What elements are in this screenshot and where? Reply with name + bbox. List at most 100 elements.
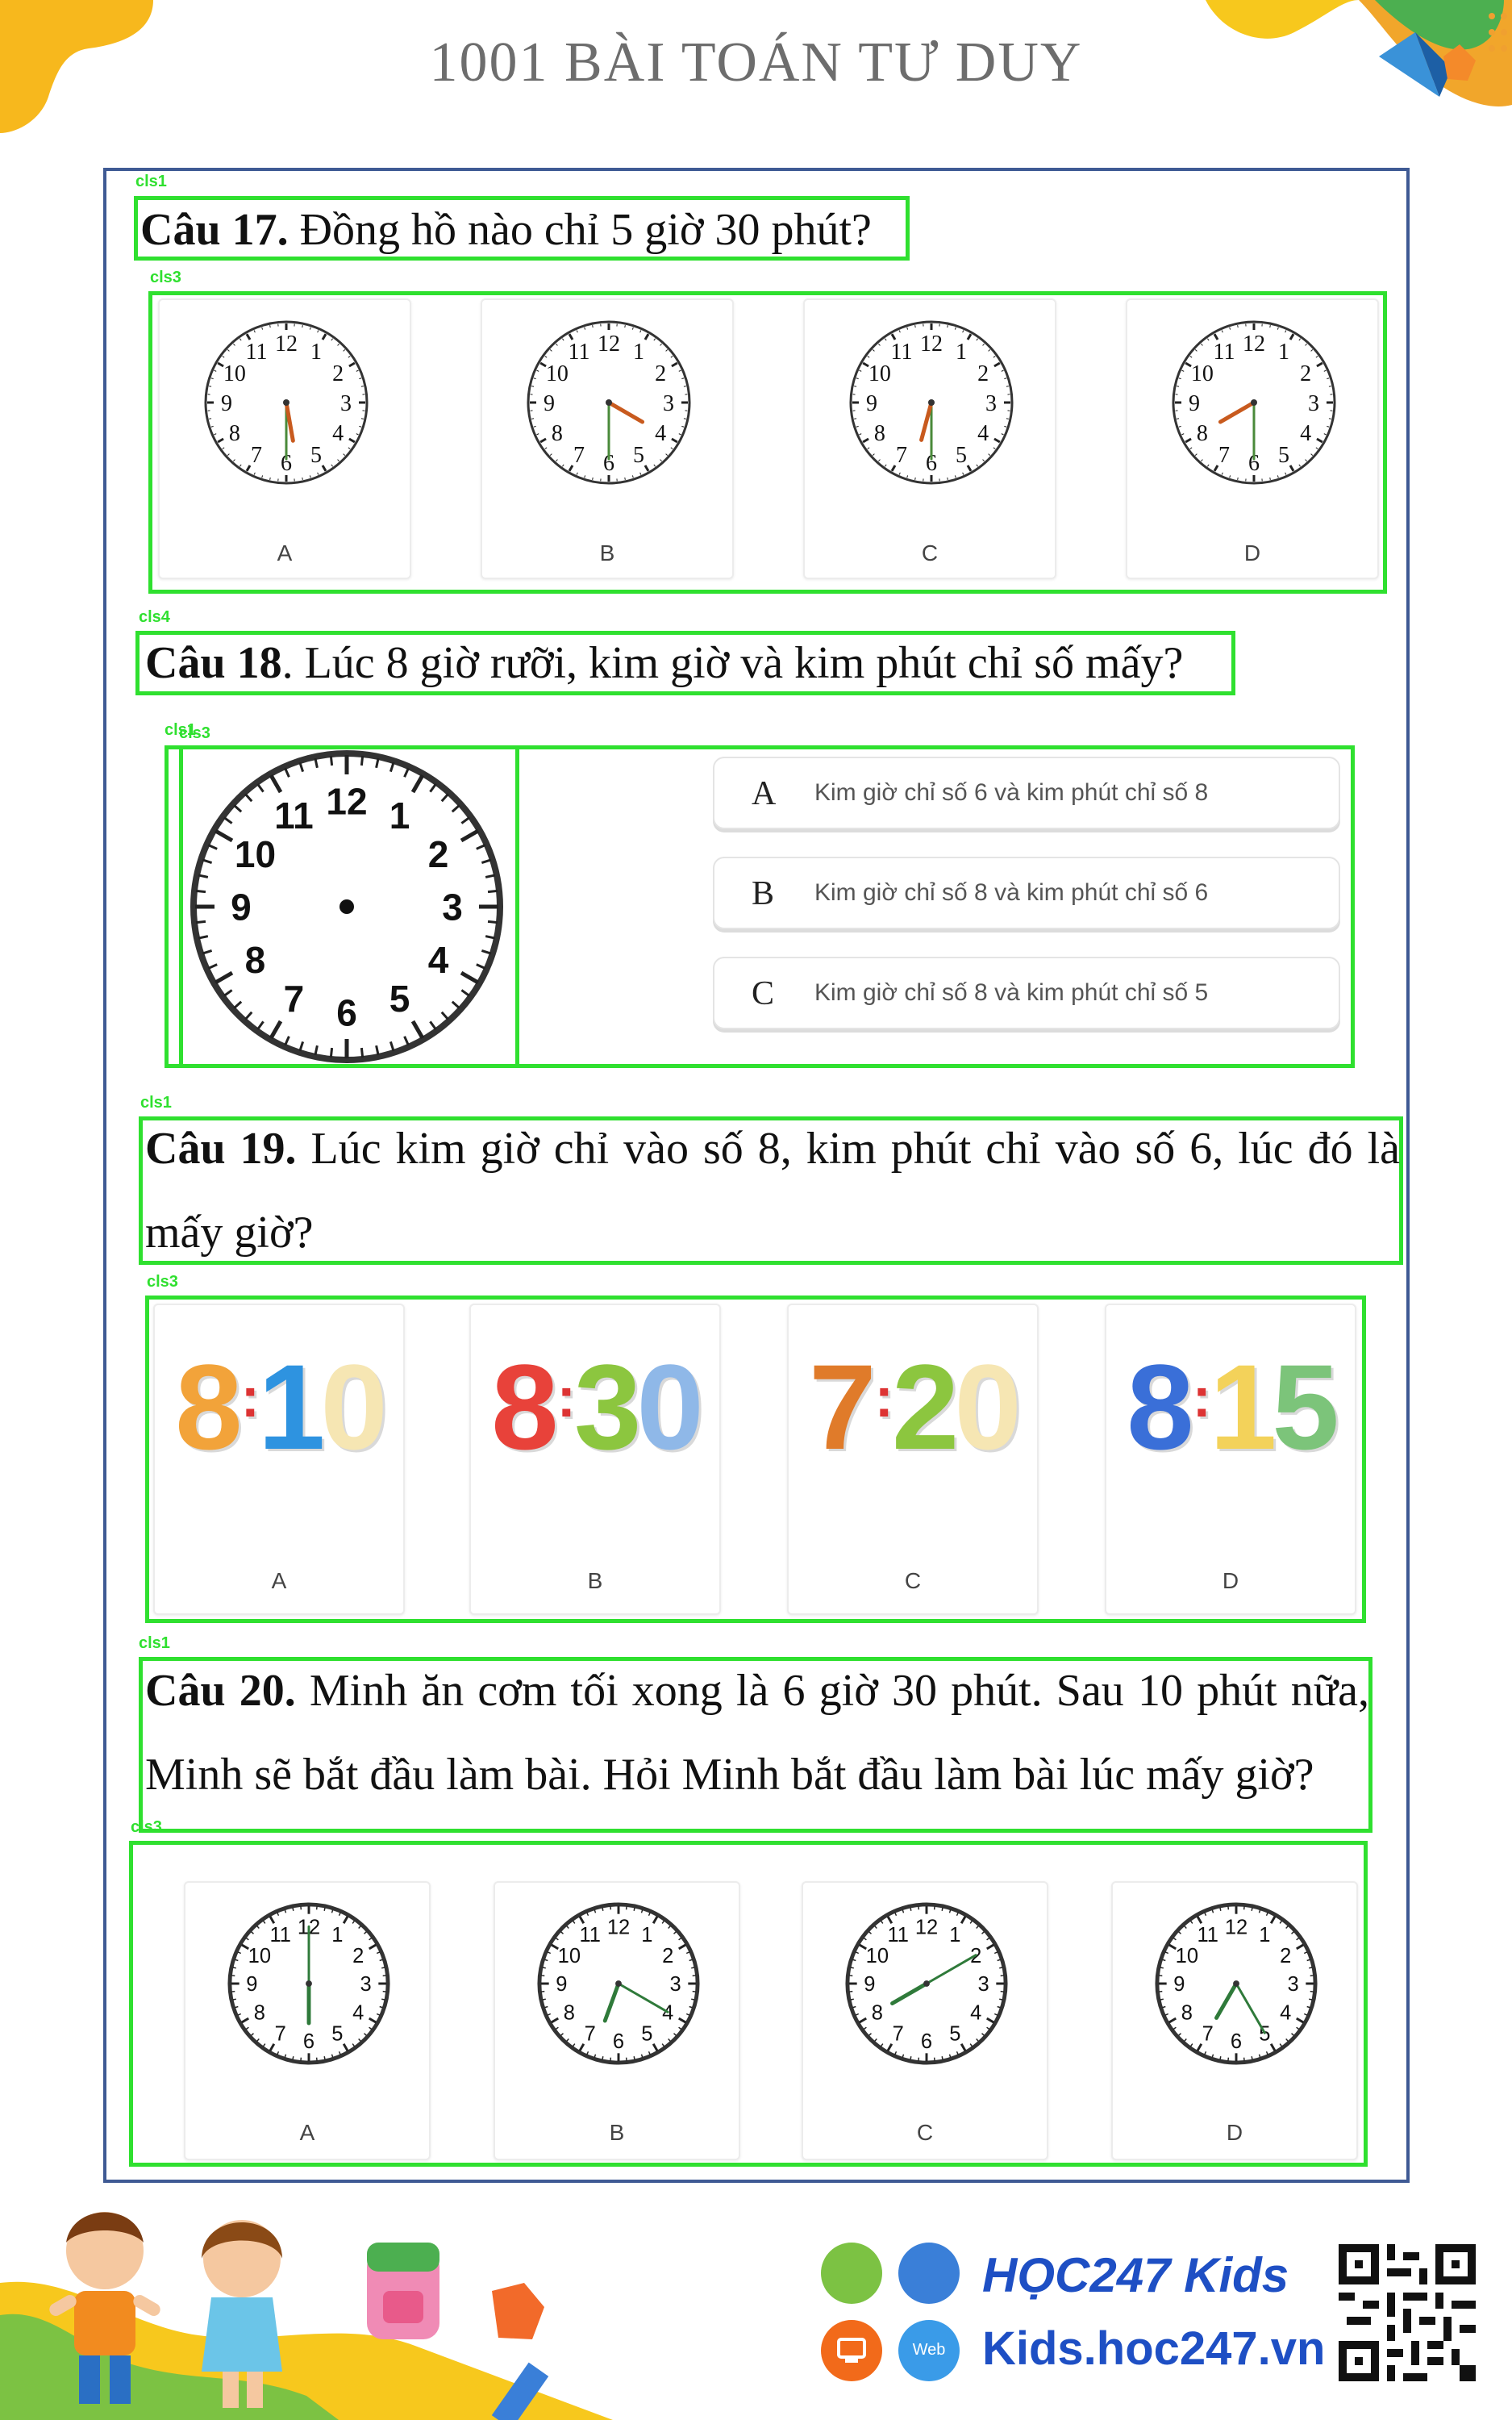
clock-numeral: 4 — [352, 2001, 364, 2024]
clock-numeral: 5 — [331, 2022, 343, 2045]
clock-numeral: 7 — [284, 978, 305, 1020]
clock-numeral: 2 — [662, 1945, 673, 1967]
clock-numeral: 2 — [1300, 361, 1311, 386]
clock-numeral: 9 — [866, 391, 877, 416]
clock-numeral: 8 — [564, 2001, 575, 2024]
clock-numeral: 1 — [1259, 1924, 1270, 1946]
option-label: C — [921, 540, 939, 565]
minute-digits: 20 — [891, 1337, 1022, 1477]
web-app-icon[interactable]: Web — [898, 2320, 960, 2381]
question-20-number: Câu 20. — [145, 1666, 296, 1716]
clock-numeral: 3 — [360, 1973, 372, 1996]
answer-option-18-b[interactable]: B Kim giờ chỉ số 8 và kim phút chỉ số 6 — [713, 857, 1340, 929]
clock-numeral: 8 — [229, 421, 240, 446]
clock-center — [283, 399, 289, 406]
option-card-20-b[interactable]: 123456789101112 B — [494, 1881, 740, 2160]
clock-numeral: 12 — [1225, 1917, 1248, 1939]
clock-numeral: 11 — [246, 340, 268, 365]
hour-digits: 8 — [491, 1339, 558, 1475]
option-card-19-a[interactable]: 8:10 A — [153, 1304, 405, 1615]
answer-letter: A — [752, 775, 777, 812]
clock-icon: 123456789101112 — [1172, 320, 1336, 485]
clock-numeral: 10 — [868, 361, 891, 386]
clock-numeral: 2 — [977, 361, 989, 386]
clock-numeral: 5 — [956, 443, 967, 468]
clock-numeral: 7 — [893, 2022, 904, 2045]
question-18-number: Câu 18 — [145, 638, 282, 688]
clock-numeral: 5 — [949, 2022, 960, 2045]
brand-logo[interactable]: HỌC247 Kids — [982, 2247, 1289, 2303]
clock-numeral: 12 — [920, 332, 943, 357]
clock-icon: 123456789101112 — [537, 1902, 700, 2065]
clock-numeral: 6 — [336, 992, 357, 1034]
hour-digits: 8 — [175, 1339, 242, 1475]
question-19-text: Câu 19. Lúc kim giờ chỉ vào số 8, kim ph… — [145, 1107, 1400, 1275]
answer-text: Kim giờ chỉ số 8 và kim phút chỉ số 5 — [814, 979, 1209, 1006]
clock-numeral: 1 — [956, 340, 967, 365]
option-card-17-d[interactable]: 1 2 3 4 5 6 7 8 9 10 11 12 D — [1126, 298, 1379, 579]
clock-numeral: 10 — [546, 361, 569, 386]
android-app-icon[interactable] — [821, 2243, 882, 2304]
clock-numeral: 9 — [544, 391, 555, 416]
clock-numeral: 4 — [655, 421, 666, 446]
minute-digit: 3 — [573, 1339, 641, 1475]
clock-numeral: 4 — [977, 421, 989, 446]
clock-numeral: 4 — [332, 421, 344, 446]
clock-numeral: 5 — [389, 978, 410, 1020]
digit-characters: 8:30 — [471, 1337, 719, 1477]
option-label: C — [916, 2120, 934, 2145]
clock-numeral: 2 — [352, 1945, 364, 1967]
clock-numeral: 9 — [556, 1973, 567, 1996]
backpack-icon — [367, 2243, 439, 2339]
web-badge-label: Web — [912, 2341, 946, 2359]
option-card-20-d[interactable]: 1 2 3 4 5 6 7 8 9 10 11 12 D — [1111, 1881, 1358, 2160]
clock-numeral: 11 — [274, 795, 314, 837]
clock-numeral: 9 — [1173, 1973, 1185, 1996]
clock-numeral: 8 — [552, 421, 563, 446]
clock-numeral: 12 — [607, 1917, 630, 1939]
clock-numeral: 12 — [326, 780, 367, 822]
clock-icon: 123456789101112 — [204, 320, 369, 485]
option-card-20-c[interactable]: 123456789101112 C — [802, 1881, 1048, 2160]
clock-numeral: 2 — [1280, 1945, 1291, 1967]
answer-option-18-a[interactable]: A Kim giờ chỉ số 6 và kim phút chỉ số 8 — [713, 757, 1340, 829]
clock-numeral: 9 — [246, 1973, 257, 1996]
clock-numeral: 2 — [655, 361, 666, 386]
question-17-text: Câu 17. Đồng hồ nào chỉ 5 giờ 30 phút? — [140, 188, 872, 272]
clock-numeral: 11 — [887, 1924, 908, 1946]
clock-center — [1251, 399, 1257, 406]
clock-numeral: 5 — [1278, 443, 1289, 468]
clock-numeral: 2 — [332, 361, 344, 386]
answer-option-18-c[interactable]: C Kim giờ chỉ số 8 và kim phút chỉ số 5 — [713, 957, 1340, 1029]
minute-digit: 5 — [1272, 1339, 1339, 1475]
site-url-link[interactable]: Kids.hoc247.vn — [982, 2322, 1325, 2376]
clock-icon: 123456789101112 — [849, 320, 1014, 485]
clock-center — [923, 1980, 930, 1987]
minute-digit: 1 — [1209, 1339, 1277, 1475]
option-card-19-c[interactable]: 7:20 C — [787, 1304, 1039, 1615]
detection-tag-cls3: cls3 — [131, 1818, 162, 1836]
clock-numeral: 11 — [891, 340, 913, 365]
option-card-19-b[interactable]: 8:30 B — [469, 1304, 721, 1615]
clock-numeral: 12 — [275, 332, 298, 357]
clock-numeral: 1 — [641, 1924, 652, 1946]
clock-numeral: 9 — [864, 1973, 875, 1996]
option-card-17-a[interactable]: 1 2 3 4 5 6 7 8 9 10 11 12 A — [158, 298, 411, 579]
minute-digit: 2 — [891, 1339, 959, 1475]
desktop-app-icon[interactable] — [821, 2320, 882, 2381]
option-card-20-a[interactable]: 1 2 3 4 5 6 7 8 9 10 11 12 A — [184, 1881, 431, 2160]
option-card-19-d[interactable]: 8:15 D — [1105, 1304, 1356, 1615]
answer-letter: C — [752, 975, 775, 1012]
question-18-body: . Lúc 8 giờ rưỡi, kim giờ và kim phút ch… — [281, 638, 1184, 688]
option-label: C — [904, 1568, 922, 1593]
clock-numeral: 10 — [1176, 1945, 1198, 1967]
option-card-17-c[interactable]: 1 2 3 4 5 6 7 8 9 10 11 12 C — [803, 298, 1056, 579]
question-17-number: Câu 17. — [140, 205, 289, 255]
clock-numeral: 4 — [1300, 421, 1311, 446]
option-label: D — [1243, 540, 1261, 565]
clock-numeral: 3 — [670, 1973, 681, 1996]
minute-digit: 1 — [257, 1339, 325, 1475]
fox-mascot-app-icon[interactable] — [898, 2243, 960, 2304]
option-card-17-b[interactable]: 1 2 3 4 5 6 7 8 9 10 11 12 B — [481, 298, 734, 579]
kids-illustration — [0, 2212, 613, 2420]
